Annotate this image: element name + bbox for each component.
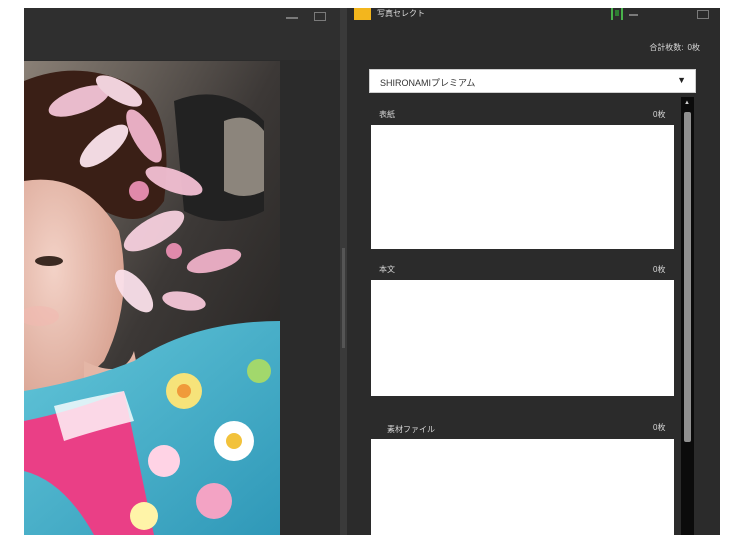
total-label: 合計枚数: [649, 43, 684, 52]
section-label-material: 素材ファイル [387, 425, 435, 434]
total-count: 合計枚数: 0枚 [645, 42, 700, 53]
pane-divider-handle[interactable] [342, 248, 345, 348]
total-value: 0枚 [687, 43, 700, 52]
photo-image [24, 61, 280, 535]
drop-area-body[interactable] [371, 280, 674, 396]
section-count-material: 0枚 [653, 423, 666, 432]
section-label-cover: 表紙 [379, 110, 395, 119]
product-select-value: SHIRONAMIプレミアム [380, 78, 476, 88]
drop-area-material[interactable] [371, 439, 674, 535]
section-count-cover: 0枚 [653, 110, 666, 119]
green-status-icon[interactable] [609, 8, 639, 22]
photo-preview [24, 61, 280, 535]
minimize-icon[interactable] [286, 17, 298, 19]
maximize-icon[interactable] [697, 10, 709, 19]
selection-panel: 写真セレクト 合計枚数: 0枚 SHIRONAMIプレミアム ▼ 表紙 0枚 本文… [347, 8, 720, 535]
drop-area-cover[interactable] [371, 125, 674, 249]
app-window: 写真セレクト 合計枚数: 0枚 SHIRONAMIプレミアム ▼ 表紙 0枚 本文… [24, 8, 720, 535]
section-label-body: 本文 [379, 265, 395, 274]
scrollbar-thumb[interactable] [684, 112, 691, 442]
app-icon [354, 8, 371, 20]
product-select[interactable]: SHIRONAMIプレミアム ▼ [369, 69, 696, 93]
panel-title: 写真セレクト [377, 9, 425, 18]
section-count-body: 0枚 [653, 265, 666, 274]
chevron-down-icon[interactable]: ▼ [677, 75, 686, 85]
photo-pane-toolbar [24, 8, 340, 60]
maximize-icon[interactable] [314, 12, 326, 21]
scroll-up-icon[interactable]: ▲ [683, 99, 691, 107]
